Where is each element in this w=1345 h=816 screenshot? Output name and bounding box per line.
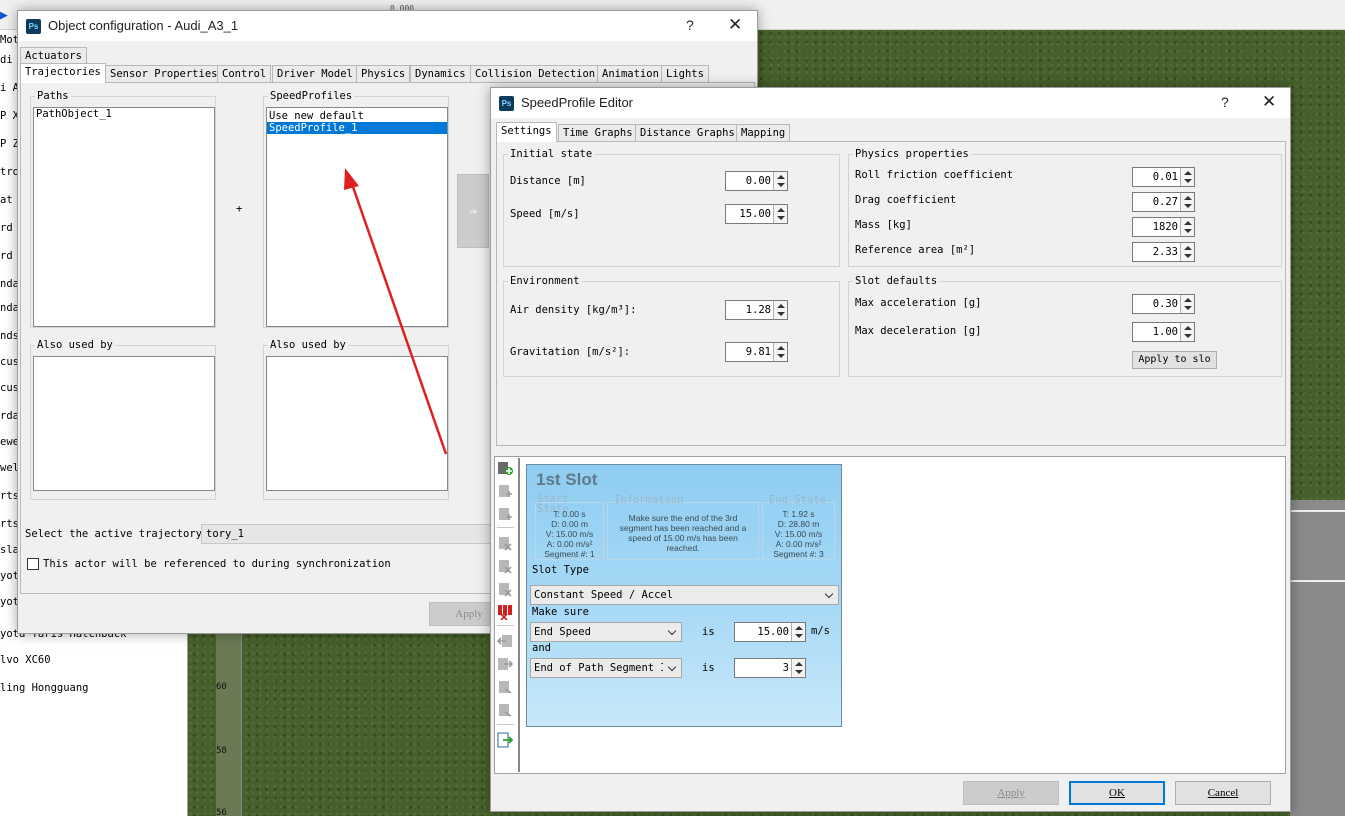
group-title: Environment (508, 275, 582, 287)
reference-area-stepper[interactable]: 2.33 (1132, 242, 1195, 262)
air-density-label: Air density [kg/m³]: (510, 304, 637, 316)
condition2-dropdown[interactable]: End of Path Segment I (530, 658, 682, 678)
apply-button[interactable]: Apply (963, 781, 1059, 805)
tab-distance-graphs[interactable]: Distance Graphs (635, 124, 740, 142)
add-slot-icon[interactable] (497, 460, 513, 476)
start-state-box: Start State T: 0.00 s D: 0.00 m V: 15.00… (535, 494, 604, 560)
physics-group: Physics properties Roll friction coeffic… (848, 148, 1282, 267)
chevron-down-icon (667, 626, 677, 636)
slot-type-dropdown[interactable]: Constant Speed / Accel (530, 585, 839, 605)
help-button[interactable]: ? (1221, 94, 1229, 110)
and-label: and (532, 642, 551, 654)
tab-settings[interactable]: Settings (496, 122, 557, 142)
group-title: Physics properties (853, 148, 971, 160)
drag-label: Drag coefficient (855, 194, 957, 206)
max-deceleration-label: Max deceleration [g] (855, 325, 982, 337)
move-slot-first-icon[interactable] (497, 679, 513, 695)
speed-stepper[interactable]: 15.00 (725, 204, 788, 224)
distance-stepper[interactable]: 0.00 (725, 171, 788, 191)
app-icon: Ps (499, 96, 514, 111)
export-slots-icon[interactable] (497, 732, 514, 748)
roll-friction-stepper[interactable]: 0.01 (1132, 167, 1195, 187)
settings-pane: Initial state Distance [m] 0.00 Speed [m… (496, 141, 1286, 446)
tab-time-graphs[interactable]: Time Graphs (558, 124, 638, 142)
gravitation-stepper[interactable]: 9.81 (725, 342, 788, 362)
start-state-lines: T: 0.00 s D: 0.00 m V: 15.00 m/s A: 0.00… (544, 509, 595, 559)
condition2-value-stepper[interactable]: 3 (734, 658, 806, 678)
tab-trajectories[interactable]: Trajectories (20, 63, 106, 83)
make-sure-label: Make sure (532, 606, 589, 618)
slots-divider (518, 458, 520, 772)
toolbar-separator (497, 625, 514, 626)
slot-defaults-group: Slot defaults Max acceleration [g] 0.30 … (848, 275, 1282, 377)
condition1-dropdown[interactable]: End Speed (530, 622, 682, 642)
max-deceleration-stepper[interactable]: 1.00 (1132, 322, 1195, 342)
group-title: Slot defaults (853, 275, 940, 287)
is-label: is (702, 662, 715, 674)
delete-slot-icon[interactable] (497, 535, 513, 551)
max-acceleration-stepper[interactable]: 0.30 (1132, 294, 1195, 314)
is-label: is (702, 626, 715, 638)
max-acceleration-label: Max acceleration [g] (855, 297, 982, 309)
move-slot-right-icon[interactable] (497, 656, 514, 672)
information-box: Information Make sure the end of the 3rd… (607, 494, 759, 560)
group-title: Initial state (508, 148, 595, 160)
move-slot-last-icon[interactable] (497, 702, 513, 718)
information-title: Information (614, 494, 684, 506)
insert-slot-before-icon[interactable] (497, 483, 513, 499)
apply-to-slots-button[interactable]: Apply to slo (1132, 351, 1217, 369)
delete-slot-after-icon[interactable] (497, 581, 513, 597)
slot-title: 1st Slot (536, 470, 598, 489)
slot-card[interactable]: 1st Slot Start State T: 0.00 s D: 0.00 m… (526, 464, 842, 727)
speed-unit-label: m/s (811, 625, 830, 637)
slot-type-label: Slot Type (532, 564, 589, 576)
condition1-value-stepper[interactable]: 15.00 (734, 622, 806, 642)
move-slot-left-icon[interactable] (496, 633, 513, 649)
initial-state-group: Initial state Distance [m] 0.00 Speed [m… (503, 148, 840, 267)
speed-label: Speed [m/s] (510, 208, 580, 220)
drag-stepper[interactable]: 0.27 (1132, 192, 1195, 212)
cancel-button[interactable]: Cancel (1175, 781, 1271, 805)
mass-label: Mass [kg] (855, 219, 912, 231)
tab-mapping[interactable]: Mapping (736, 124, 791, 142)
end-state-box: End State T: 1.92 s D: 28.80 m V: 15.00 … (762, 494, 835, 560)
speed-editor-titlebar: Ps SpeedProfile Editor ? ✕ (491, 88, 1290, 118)
window-title: SpeedProfile Editor (521, 95, 634, 110)
delete-all-slots-icon[interactable] (497, 604, 513, 621)
reference-area-label: Reference area [m²] (855, 244, 976, 256)
ok-button[interactable]: OK (1069, 781, 1165, 805)
toolbar-separator (497, 527, 514, 528)
chevron-down-icon (824, 589, 834, 599)
air-density-stepper[interactable]: 1.28 (725, 300, 788, 320)
close-button[interactable]: ✕ (1262, 92, 1276, 112)
chevron-down-icon (667, 662, 677, 672)
information-text: Make sure the end of the 3rd segment has… (619, 513, 747, 553)
insert-slot-after-icon[interactable] (497, 506, 513, 522)
roll-friction-label: Roll friction coefficient (855, 169, 1014, 181)
end-state-lines: T: 1.92 s D: 28.80 m V: 15.00 m/s A: 0.0… (773, 509, 824, 559)
mass-stepper[interactable]: 1820 (1132, 217, 1195, 237)
delete-slot-before-icon[interactable] (497, 558, 513, 574)
environment-group: Environment Air density [kg/m³]: 1.28 Gr… (503, 275, 840, 377)
gravitation-label: Gravitation [m/s²]: (510, 346, 631, 358)
end-state-title: End State (769, 494, 826, 506)
toolbar-separator (497, 724, 514, 725)
distance-label: Distance [m] (510, 175, 586, 187)
